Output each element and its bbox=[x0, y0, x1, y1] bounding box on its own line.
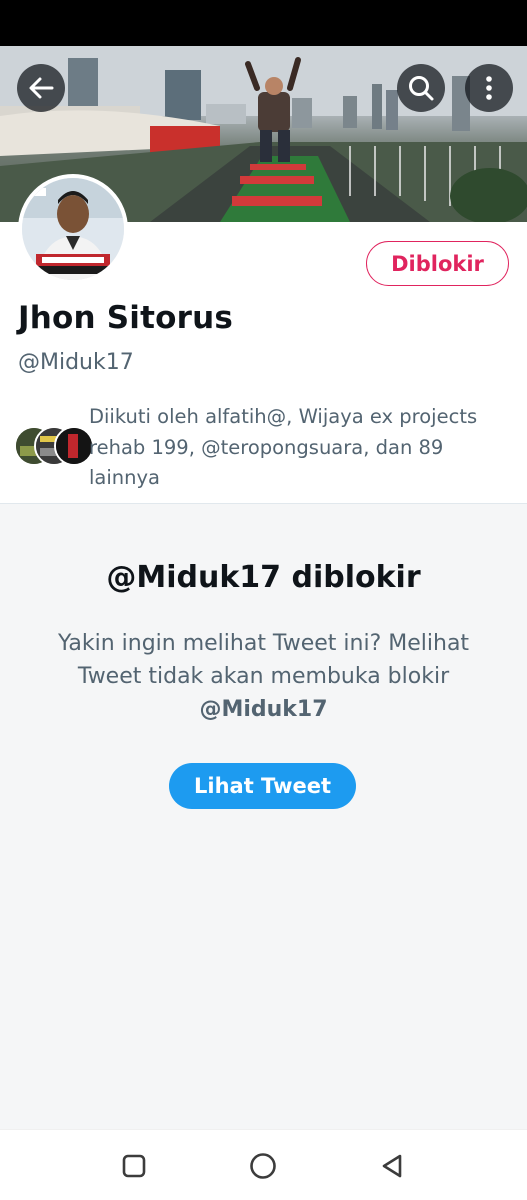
follower-avatar-3 bbox=[54, 426, 94, 466]
recents-button[interactable] bbox=[118, 1150, 150, 1182]
blocked-message-handle: @Miduk17 bbox=[199, 697, 328, 722]
arrow-left-icon bbox=[29, 77, 54, 99]
circle-icon bbox=[250, 1153, 276, 1179]
avatar-image bbox=[22, 178, 124, 280]
blocked-title: @Miduk17 diblokir bbox=[106, 560, 421, 595]
system-back-button[interactable] bbox=[376, 1150, 408, 1182]
more-options-button[interactable] bbox=[465, 64, 513, 112]
home-button[interactable] bbox=[247, 1150, 279, 1182]
blocked-message: Yakin ingin melihat Tweet ini? Melihat T… bbox=[40, 627, 487, 726]
search-icon bbox=[409, 76, 434, 101]
follower-avatars[interactable] bbox=[14, 426, 94, 466]
profile-avatar[interactable] bbox=[18, 174, 128, 284]
square-icon bbox=[122, 1154, 146, 1178]
blocked-message-text: Yakin ingin melihat Tweet ini? Melihat T… bbox=[57, 631, 470, 689]
blocked-notice-panel bbox=[0, 504, 527, 1129]
status-bar bbox=[0, 0, 527, 46]
blocked-button[interactable]: Diblokir bbox=[366, 241, 509, 286]
view-tweets-button[interactable]: Lihat Tweet bbox=[169, 763, 356, 809]
followed-by-text[interactable]: Diikuti oleh alfatih@, Wijaya ex project… bbox=[89, 402, 509, 494]
back-button[interactable] bbox=[17, 64, 65, 112]
profile-handle: @Miduk17 bbox=[18, 350, 134, 375]
more-vertical-icon bbox=[486, 76, 492, 100]
display-name: Jhon Sitorus bbox=[18, 300, 234, 336]
system-nav-bar bbox=[0, 1129, 527, 1200]
search-button[interactable] bbox=[397, 64, 445, 112]
triangle-back-icon bbox=[382, 1154, 402, 1178]
